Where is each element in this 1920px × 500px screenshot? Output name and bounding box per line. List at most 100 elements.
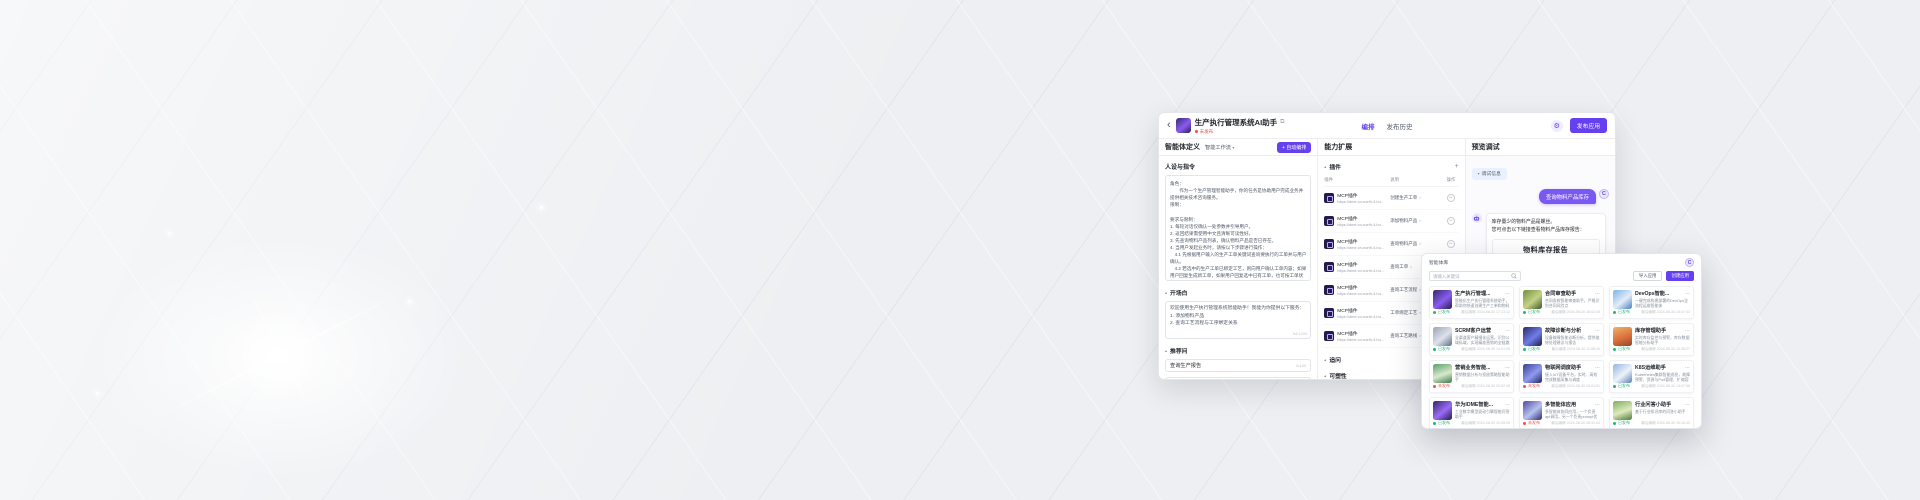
agent-card[interactable]: 营销业务智能...⋯ 营销数据分析与投放策略智能助手 未发布最后编辑 2024-… (1429, 360, 1514, 393)
import-app-button[interactable]: 导入应用 (1633, 271, 1663, 281)
card-thumbnail (1433, 364, 1452, 383)
collapse-icon: ▴ (1165, 348, 1167, 353)
agent-card[interactable]: 生产执行管理...⋯ 智能化生产执行管理系统助手，帮助你快速创建生产工单和物料产… (1429, 286, 1514, 319)
debug-info-pill[interactable]: ▾ 调试信息 (1472, 168, 1507, 180)
agent-card[interactable]: SCRM客户运营⋯ 全渠道客户精细化运营，识别公域私域，实现精准营销的全链路助手… (1429, 323, 1514, 356)
last-edited: 最后编辑 2024-08-30 17:13:12 (1461, 310, 1510, 315)
collapse-icon: ▴ (1324, 373, 1326, 378)
more-icon[interactable]: ⋯ (1595, 365, 1600, 371)
last-edited: 最后编辑 2024-08-30 15:47:33 (1641, 310, 1690, 315)
last-edited: 最后编辑 2024-08-30 10:36:27 (1641, 347, 1690, 352)
plugin-row: MCP插件https://dme.cn-north-4.hu... 创建生产工单… (1324, 187, 1458, 210)
agent-card[interactable]: 故障诊断与分析⋯ 设备故障智能诊断分析，提供维修处理建议与报告 已发布最后编辑 … (1519, 323, 1604, 356)
opening-textarea[interactable]: 欢迎使用生产执行管理系统智能助手！我能为你提供以下服务： 1. 添加物料产品 2… (1165, 301, 1311, 339)
collapse-icon: ▴ (1165, 290, 1167, 295)
more-icon[interactable]: ⋯ (1505, 402, 1510, 408)
agent-gallery-window: 智能体库 C 导入应用 创建应用 生产执行管理...⋯ 智能化生产执行管理系统助… (1421, 253, 1702, 429)
agent-definition-column: 智能体定义 智能工作流 ▾ + 自动编排 人设与指令 角色： 作为一个生产管理智… (1159, 139, 1318, 380)
user-avatar: C (1599, 189, 1609, 199)
hero-canvas: ‹ 生产执行管理系统AI助手 ⧉ 未发布 编排 发布历史 ⚙ 发布应用 (0, 0, 1920, 500)
status-badge: 未发布 (1433, 383, 1450, 389)
card-thumbnail (1523, 364, 1542, 383)
definition-title: 智能体定义 (1165, 142, 1200, 152)
remove-plugin-icon[interactable]: − (1447, 194, 1455, 202)
card-thumbnail (1613, 327, 1632, 346)
user-avatar[interactable]: C (1685, 258, 1694, 267)
agent-card[interactable]: 行业问答小助手⋯ 基于行业知识库的问答小助手 已发布最后编辑 2024-08-3… (1609, 397, 1694, 429)
opening-section-header[interactable]: ▴ 开场白 (1165, 288, 1311, 297)
card-thumbnail (1523, 290, 1542, 309)
mcp-plugin-icon (1324, 262, 1334, 272)
more-icon[interactable]: ⋯ (1595, 291, 1600, 297)
auto-orchestrate-button[interactable]: + 自动编排 (1277, 142, 1311, 153)
plugin-table-header: 插件 说明 操作 (1324, 175, 1458, 187)
more-icon[interactable]: ⋯ (1505, 291, 1510, 297)
last-edited: 最后编辑 2024-08-30 11:58:40 (1552, 347, 1600, 352)
agent-card[interactable]: 库存管理助手⋯ 实时库存监控与预警，库存数据智能分析助手 已发布最后编辑 202… (1609, 323, 1694, 356)
more-icon[interactable]: ⋯ (1685, 291, 1690, 297)
agent-card[interactable]: 合同审查助手⋯ 合同条款智能审查助手，严格识别合同风险点 已发布最后编辑 202… (1519, 286, 1604, 319)
back-icon[interactable]: ‹ (1167, 120, 1171, 131)
recommended-question-input[interactable]: 查询待生产的生产工单10/100 (1165, 377, 1311, 380)
card-thumbnail (1613, 401, 1632, 420)
agent-card[interactable]: DevOps智能...⋯ 一键完成构建部署的DevOps全流程运维智能体 已发布… (1609, 286, 1694, 319)
last-edited: 最后编辑 2024-08-30 14:21:05 (1461, 347, 1510, 352)
mcp-plugin-icon (1324, 285, 1334, 295)
background-sparkle (408, 300, 411, 303)
remove-plugin-icon[interactable]: − (1447, 217, 1455, 225)
more-icon[interactable]: ⋯ (1685, 365, 1690, 371)
search-input[interactable] (1433, 274, 1509, 279)
copy-icon[interactable]: ⧉ (1280, 119, 1284, 126)
mcp-plugin-icon (1324, 216, 1334, 226)
ability-title: 能力扩展 (1324, 142, 1352, 152)
more-icon[interactable]: ⋯ (1505, 365, 1510, 371)
card-thumbnail (1433, 290, 1452, 309)
tab-orchestrate[interactable]: 编排 (1362, 121, 1375, 131)
status-badge: 已发布 (1613, 420, 1630, 426)
more-icon[interactable]: ⋯ (1595, 328, 1600, 334)
status-badge: 已发布 (1433, 309, 1450, 315)
last-edited: 最后编辑 2024-08-30 12:45:09 (1461, 421, 1510, 426)
more-icon[interactable]: ⋯ (1685, 402, 1690, 408)
recommended-question-input[interactable]: 查询生产报告6/100 (1165, 359, 1311, 372)
gear-icon[interactable]: ⚙ (1551, 120, 1563, 132)
more-icon[interactable]: ⋯ (1505, 328, 1510, 334)
add-plugin-icon[interactable]: + (1455, 163, 1459, 170)
collapse-icon: ▴ (1324, 164, 1326, 169)
card-thumbnail (1613, 364, 1632, 383)
gallery-title: 智能体库 (1429, 259, 1448, 266)
more-icon[interactable]: ⋯ (1685, 328, 1690, 334)
agent-card[interactable]: 物联网调度助手⋯ 接入IoT设备平台，实时、高效完成数据采集与调度 未发布最后编… (1519, 360, 1604, 393)
collapse-icon: ▴ (1324, 357, 1326, 362)
char-counter: 6/100 (1296, 363, 1306, 368)
publish-app-button[interactable]: 发布应用 (1570, 118, 1607, 133)
persona-textarea[interactable]: 角色： 作为一个生产管理智能助手，你的任务是协助用户完成业务并提供相关技术咨询服… (1165, 175, 1311, 281)
search-box (1429, 271, 1521, 281)
agent-card[interactable]: K8S运维助手⋯ Kubernetes集群智能巡检，故障预警、资源与Pod管理、… (1609, 360, 1694, 393)
char-counter: 54/1000 (1293, 331, 1307, 336)
agent-card-grid: 生产执行管理...⋯ 智能化生产执行管理系统助手，帮助你快速创建生产工单和物料产… (1422, 281, 1701, 429)
last-edited: 最后编辑 2024-08-30 16:02:45 (1551, 310, 1600, 315)
chevron-down-icon: ▾ (1232, 145, 1234, 150)
card-thumbnail (1613, 290, 1632, 309)
mcp-plugin-icon (1324, 308, 1334, 318)
plugin-section-header[interactable]: ▴ 插件 + (1324, 162, 1458, 171)
bot-avatar-icon (1472, 213, 1482, 223)
agent-avatar (1176, 118, 1191, 133)
remove-plugin-icon[interactable]: − (1447, 240, 1455, 248)
questions-section-header[interactable]: ▴ 推荐问 (1165, 346, 1311, 355)
card-thumbnail (1433, 401, 1452, 420)
more-icon[interactable]: ⋯ (1595, 402, 1600, 408)
agent-card[interactable]: 多智能体应用⋯ 多智能体协同应用，一个负责api调用，另一个负责prompt优化… (1519, 397, 1604, 429)
status-badge: 已发布 (1613, 309, 1630, 315)
status-badge: 已发布 (1613, 346, 1630, 352)
card-thumbnail (1523, 401, 1542, 420)
persona-label: 人设与指令 (1165, 162, 1311, 171)
workflow-mode-dropdown[interactable]: 智能工作流 ▾ (1205, 144, 1234, 151)
create-app-button[interactable]: 创建应用 (1666, 271, 1694, 281)
card-thumbnail (1433, 327, 1452, 346)
last-edited: 最后编辑 2024-08-30 18:24:51 (1551, 384, 1600, 389)
tab-publish-history[interactable]: 发布历史 (1387, 121, 1413, 131)
agent-card[interactable]: 华为IDME智能...⋯ 工业数字模型驱动引擎智能问答助手 已发布最后编辑 20… (1429, 397, 1514, 429)
status-badge: 未发布 (1523, 383, 1540, 389)
